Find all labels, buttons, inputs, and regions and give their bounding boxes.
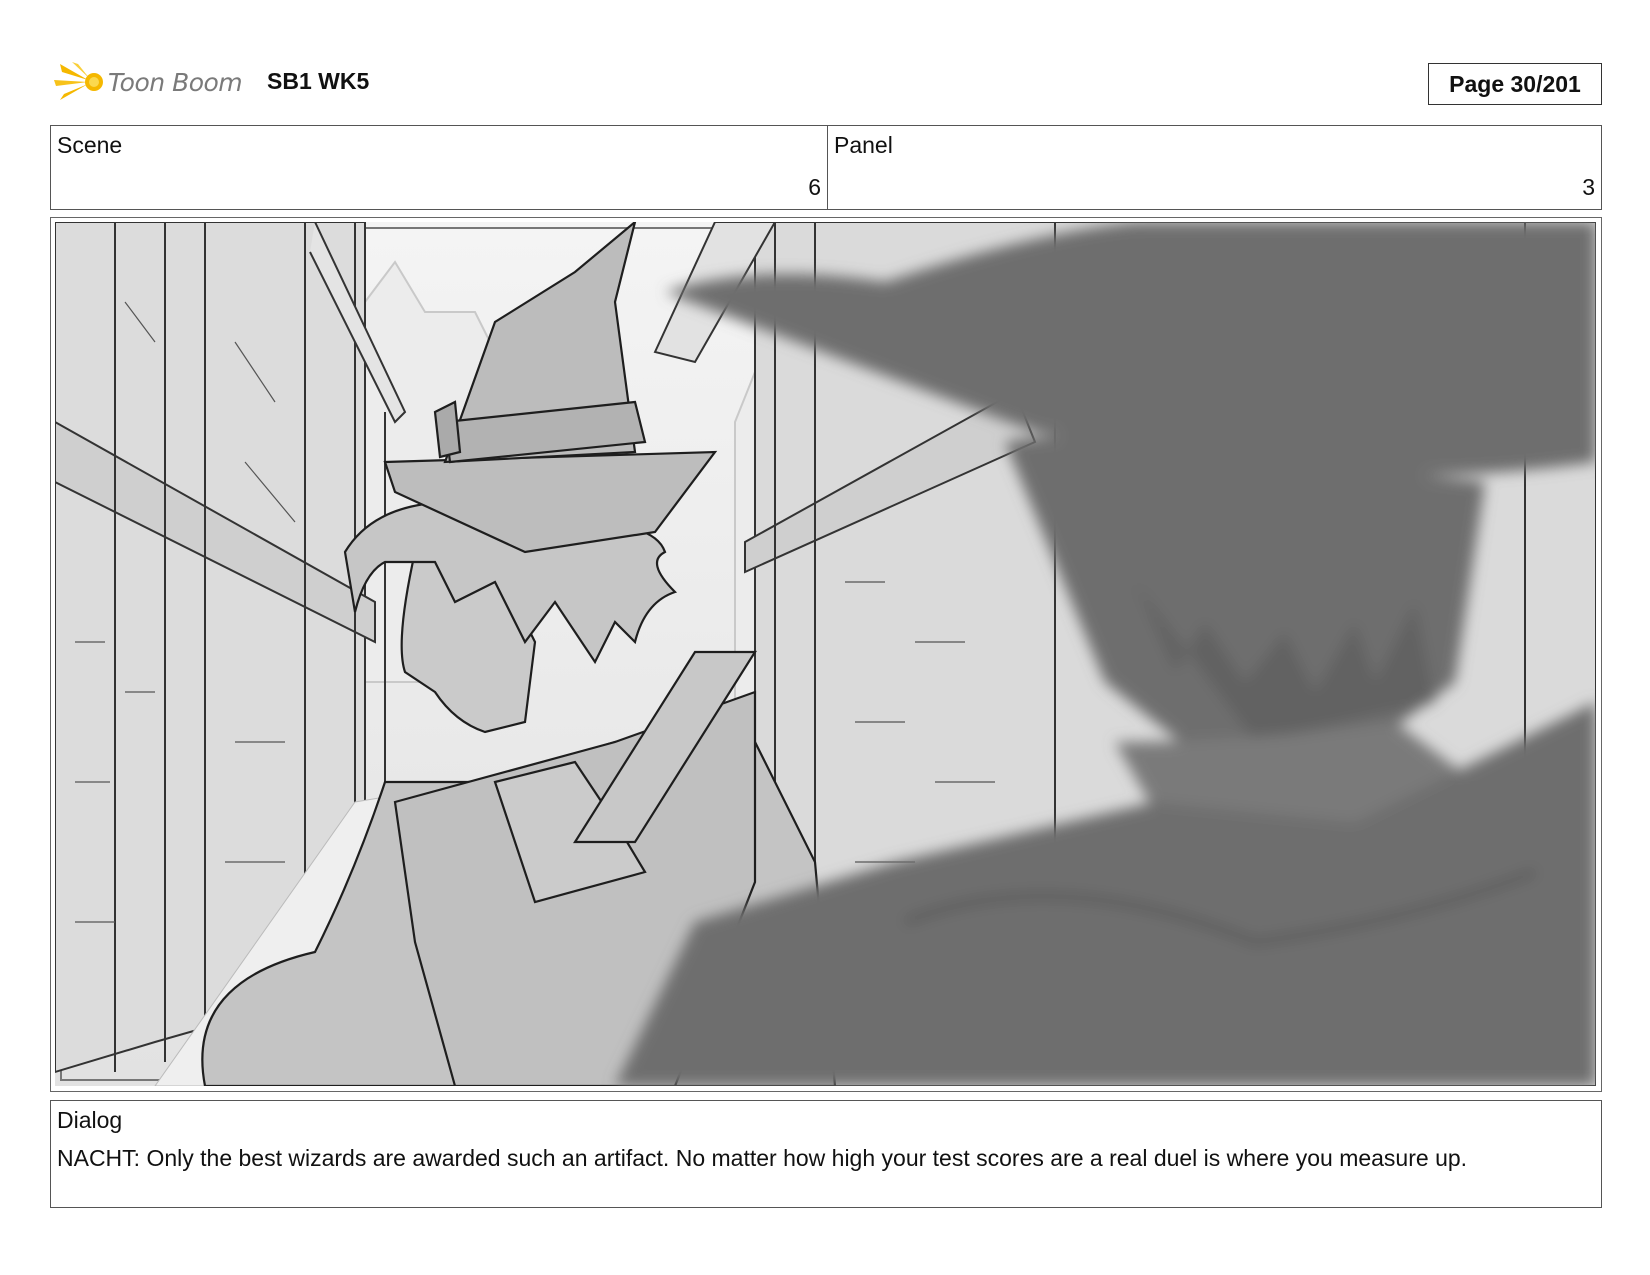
sun-flare-icon — [54, 62, 103, 100]
panel-cell: Panel 3 — [828, 126, 1601, 209]
page-header: Toon Boom SB1 WK5 Page 30/201 — [50, 58, 1602, 108]
logo-text: Toon Boom — [108, 67, 243, 97]
scene-value: 6 — [808, 174, 821, 200]
storyboard-frame — [50, 217, 1602, 1092]
panel-label: Panel — [834, 132, 893, 158]
dialog-text: NACHT: Only the best wizards are awarded… — [57, 1145, 1468, 1171]
panel-value: 3 — [1582, 174, 1595, 200]
dialog-label: Dialog — [57, 1107, 123, 1133]
project-title: SB1 WK5 — [267, 68, 370, 94]
toon-boom-logo: Toon Boom — [54, 60, 254, 104]
page-number: Page 30/201 — [1428, 63, 1602, 105]
scene-label: Scene — [57, 132, 123, 158]
dialog-box: Dialog NACHT: Only the best wizards are … — [50, 1100, 1602, 1208]
storyboard-drawing — [55, 222, 1596, 1086]
scene-cell: Scene 6 — [51, 126, 828, 209]
scene-panel-row: Scene 6 Panel 3 — [50, 125, 1602, 210]
